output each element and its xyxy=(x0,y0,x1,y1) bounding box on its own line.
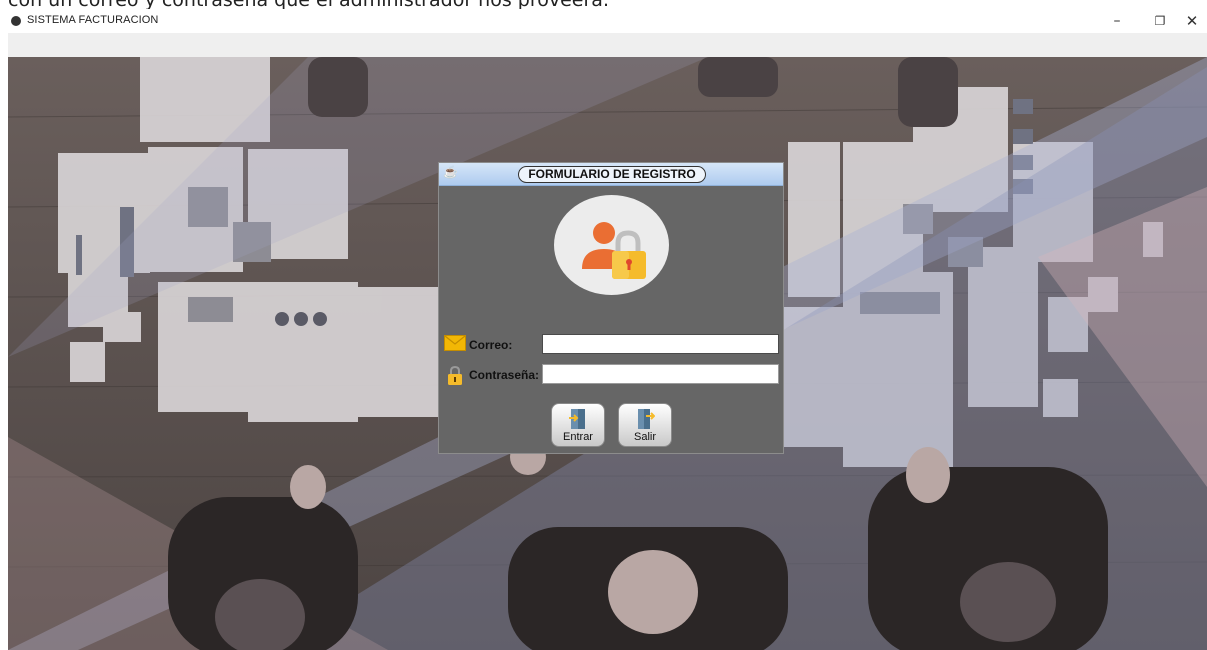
cup-icon: ☕ xyxy=(443,165,458,179)
email-field[interactable] xyxy=(542,334,779,354)
logout-door-icon xyxy=(638,409,655,429)
document-clipped-text: con un correo y contraseña que el admini… xyxy=(8,0,609,11)
login-door-icon xyxy=(569,409,585,429)
window-title: SISTEMA FACTURACION xyxy=(27,14,159,26)
padlock-icon xyxy=(447,365,463,390)
exit-button[interactable]: Salir xyxy=(618,403,672,447)
password-field[interactable] xyxy=(542,364,779,384)
dialog-header: ☕ FORMULARIO DE REGISTRO xyxy=(439,163,783,186)
enter-button-label: Entrar xyxy=(563,431,593,443)
app-icon xyxy=(11,16,21,26)
dialog-title: FORMULARIO DE REGISTRO xyxy=(518,166,706,183)
close-button[interactable]: ✕ xyxy=(1169,9,1207,33)
user-lock-icon xyxy=(554,195,669,295)
envelope-icon xyxy=(444,335,466,356)
enter-button[interactable]: Entrar xyxy=(551,403,605,447)
window-titlebar: SISTEMA FACTURACION – ❐ ✕ xyxy=(0,9,1207,33)
exit-button-label: Salir xyxy=(633,431,656,443)
password-label: Contraseña: xyxy=(469,368,540,382)
email-label: Correo: xyxy=(469,338,513,352)
menu-bar xyxy=(8,33,1207,57)
login-dialog: ☕ FORMULARIO DE REGISTRO Correo: Contras… xyxy=(438,162,784,454)
minimize-button[interactable]: – xyxy=(1094,9,1140,33)
